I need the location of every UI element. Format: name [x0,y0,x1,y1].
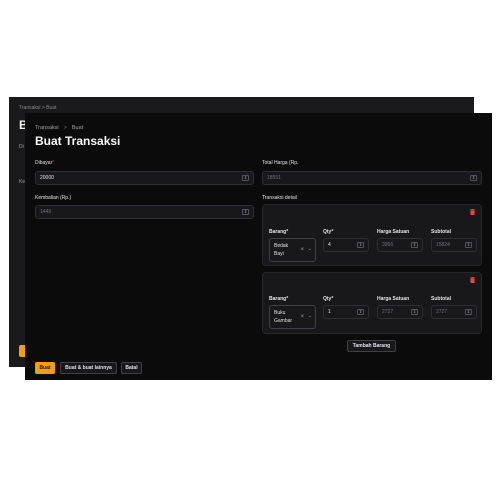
dibayar-input[interactable]: 20000 ⇕ [35,171,254,185]
qty-input[interactable]: 1 ⇕ [323,305,369,319]
dibayar-value: 20000 [40,175,54,181]
transaksi-detail-item: Barang* Qty* Harga Satuan Subtotal Buku G… [262,272,482,334]
kembalian-label: Kembalian (Rp.) [35,195,72,201]
tambah-barang-button[interactable]: Tambah Barang [347,340,396,352]
harga-satuan-value: 3956 [382,242,394,248]
kembalian-input: 1449 ⇕ [35,205,254,219]
stepper-icon: ⇕ [465,309,472,315]
subtotal-value: 15824 [436,242,450,248]
chevron-down-icon[interactable]: ⌄ [308,246,312,252]
x-icon[interactable]: × [300,247,304,253]
barang-column-label: Barang* [269,296,289,302]
total-harga-label: Total Harga (Rp. [262,160,299,166]
transaksi-detail-label: Transaksi detail [262,195,297,201]
subtotal-input: 15824 ⇕ [431,238,477,252]
breadcrumb-separator: > [63,125,67,131]
stepper-icon: ⇕ [411,242,418,248]
barang-selected-value: Buku Gambar [274,310,293,324]
required-mark: * [52,160,55,166]
total-harga-input: 18551 ⇕ [262,171,482,185]
stepper-icon[interactable]: ⇕ [357,309,364,315]
page-title: Buat Transaksi [35,134,121,148]
buat-button[interactable]: Buat [35,362,55,374]
create-transaction-window: Transaksi > Buat Buat Transaksi Dibayar* 2… [25,113,492,380]
breadcrumb-link-transaksi[interactable]: Transaksi [35,125,59,131]
batal-button[interactable]: Batal [121,362,142,374]
stepper-icon: ⇕ [242,209,249,215]
trash-icon[interactable] [470,209,475,215]
stepper-icon: ⇕ [465,242,472,248]
breadcrumb: Transaksi > Buat [35,125,83,131]
stepper-icon[interactable]: ⇕ [242,175,249,181]
qty-column-label: Qty* [323,296,334,302]
subtotal-column-label: Subtotal [431,296,451,302]
barang-column-label: Barang* [269,229,289,235]
subtotal-column-label: Subtotal [431,229,451,235]
x-icon[interactable]: × [300,314,304,320]
background-label-fragment: Di [19,144,24,150]
stepper-icon: ⇕ [470,175,477,181]
dibayar-label: Dibayar* [35,160,54,166]
harga-satuan-input: 2727 ⇕ [377,305,423,319]
qty-value: 4 [328,242,331,248]
breadcrumb-current: Buat [71,125,84,131]
harga-satuan-column-label: Harga Satuan [377,229,410,235]
barang-select[interactable]: Bedak Bayi × ⌄ [269,238,316,262]
subtotal-value: 2727 [436,309,448,315]
qty-column-label: Qty* [323,229,334,235]
background-breadcrumb: Transaksi > Buat [19,105,57,111]
qty-value: 1 [328,309,331,315]
harga-satuan-value: 2727 [382,309,394,315]
qty-input[interactable]: 4 ⇕ [323,238,369,252]
barang-selected-value: Bedak Bayi [274,243,289,257]
kembalian-value: 1449 [40,209,52,215]
stepper-icon: ⇕ [411,309,418,315]
stepper-icon[interactable]: ⇕ [357,242,364,248]
chevron-down-icon[interactable]: ⌄ [308,313,312,319]
subtotal-input: 2727 ⇕ [431,305,477,319]
buat-lainnya-button[interactable]: Buat & buat lainnya [60,362,117,374]
harga-satuan-column-label: Harga Satuan [377,296,410,302]
transaksi-detail-item: Barang* Qty* Harga Satuan Subtotal Bedak… [262,204,482,266]
harga-satuan-input: 3956 ⇕ [377,238,423,252]
dibayar-label-text: Dibayar [35,160,53,166]
total-harga-value: 18551 [267,175,281,181]
barang-select[interactable]: Buku Gambar × ⌄ [269,305,316,329]
screenshot-stage: Transaksi > Buat B Di Ke Transaksi > Buat … [0,0,500,500]
trash-icon[interactable] [470,277,475,283]
